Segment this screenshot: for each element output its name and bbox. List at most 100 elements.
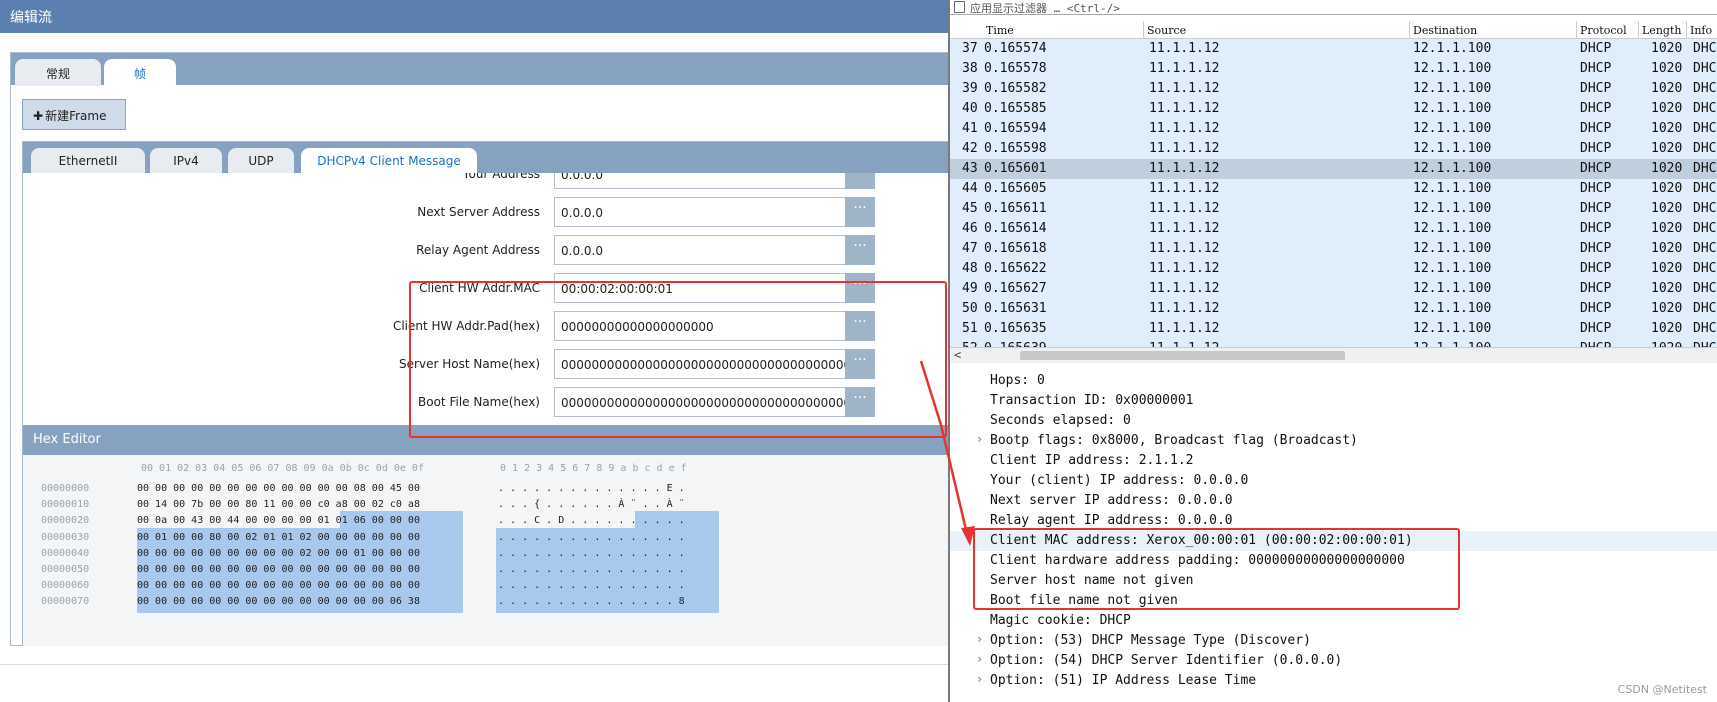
detail-row[interactable]: Hops: 0 — [950, 371, 1717, 391]
detail-text: Bootp flags: 0x8000, Broadcast flag (Bro… — [990, 433, 1358, 448]
column-divider[interactable] — [1576, 21, 1577, 39]
hex-bytes: 00 00 00 00 00 00 00 00 00 00 00 00 00 0… — [137, 596, 420, 607]
packet-row[interactable]: 43 0.165601 11.1.1.12 12.1.1.100 DHCP 1020 DHC… — [950, 159, 1717, 179]
detail-text: Client IP address: 2.1.1.2 — [990, 453, 1194, 468]
hex-ascii: . . . . . . . . . . . . . . E . — [498, 483, 685, 494]
packet-cell-no: 46 — [962, 221, 978, 236]
packet-row[interactable]: 49 0.165627 11.1.1.12 12.1.1.100 DHCP 1020 DHC… — [950, 279, 1717, 299]
field-input-next-server-address[interactable]: 0.0.0.0 — [554, 197, 846, 227]
column-info[interactable]: Info — [1690, 24, 1712, 39]
packet-row[interactable]: 37 0.165574 11.1.1.12 12.1.1.100 DHCP 1020 DHC… — [950, 39, 1717, 59]
column-divider[interactable] — [1638, 21, 1639, 39]
hex-bytes: 00 0a 00 43 00 44 00 00 00 00 01 01 06 0… — [137, 515, 420, 526]
packet-cell-no: 48 — [962, 261, 978, 276]
packet-cell-len: 1020 — [1651, 201, 1683, 216]
detail-row[interactable]: Client IP address: 2.1.1.2 — [950, 451, 1717, 471]
packet-cell-dst: 12.1.1.100 — [1413, 261, 1492, 276]
field-input-relay-agent-address[interactable]: 0.0.0.0 — [554, 235, 846, 265]
hex-ascii: . . . . . . . . . . . . . . . . — [498, 548, 685, 559]
packet-row[interactable]: 51 0.165635 11.1.1.12 12.1.1.100 DHCP 1020 DHC… — [950, 319, 1717, 339]
plus-icon: ✚ — [33, 109, 44, 123]
tab-ipv4[interactable]: IPv4 — [150, 148, 222, 174]
detail-row[interactable]: › Option: (53) DHCP Message Type (Discove… — [950, 631, 1717, 651]
packet-row[interactable]: 46 0.165614 11.1.1.12 12.1.1.100 DHCP 1020 DHC… — [950, 219, 1717, 239]
column-destination[interactable]: Destination — [1413, 24, 1477, 39]
packet-cell-dst: 12.1.1.100 — [1413, 81, 1492, 96]
detail-text: Seconds elapsed: 0 — [990, 413, 1131, 428]
field-row-relay-agent-address: Relay Agent Address 0.0.0.0 ··· — [23, 235, 948, 265]
tab-general[interactable]: 常规 — [15, 59, 101, 86]
chevron-right-icon[interactable]: › — [976, 652, 983, 666]
packet-cell-info: DHCP — [1693, 141, 1717, 156]
detail-row[interactable]: › Bootp flags: 0x8000, Broadcast flag (Br… — [950, 431, 1717, 451]
field-input-your-address[interactable]: 0.0.0.0 — [554, 173, 846, 189]
packet-cell-dst: 12.1.1.100 — [1413, 41, 1492, 56]
packet-cell-dst: 12.1.1.100 — [1413, 221, 1492, 236]
field-more-button[interactable]: ··· — [845, 173, 875, 189]
column-length[interactable]: Length — [1642, 24, 1681, 39]
packet-cell-len: 1020 — [1651, 41, 1683, 56]
packet-analyzer-panel: 应用显示过滤器 … <Ctrl-/> Time Source Destinati… — [948, 0, 1717, 702]
hex-editor[interactable]: 00 01 02 03 04 05 06 07 08 09 0a 0b 0c 0… — [23, 455, 948, 646]
tab-dhcpv4-client-message[interactable]: DHCPv4 Client Message — [301, 148, 477, 174]
scrollbar-thumb[interactable] — [1020, 351, 1345, 360]
chevron-right-icon[interactable]: › — [976, 672, 983, 686]
packet-cell-proto: DHCP — [1580, 141, 1612, 156]
display-filter-input[interactable]: 应用显示过滤器 … <Ctrl-/> — [950, 0, 1717, 15]
packet-cell-time: 0.165605 — [984, 181, 1047, 196]
new-frame-button[interactable]: ✚ 新建Frame — [22, 99, 126, 130]
detail-row[interactable]: Magic cookie: DHCP — [950, 611, 1717, 631]
packet-cell-len: 1020 — [1651, 321, 1683, 336]
hex-ascii: . . . . . . . . . . . . . . . 8 — [498, 596, 685, 607]
column-protocol[interactable]: Protocol — [1580, 24, 1627, 39]
chevron-right-icon[interactable]: › — [976, 432, 983, 446]
column-divider[interactable] — [1686, 21, 1687, 39]
bookmark-icon[interactable] — [954, 1, 965, 13]
detail-row[interactable]: › Option: (54) DHCP Server Identifier (0.… — [950, 651, 1717, 671]
packet-row[interactable]: 45 0.165611 11.1.1.12 12.1.1.100 DHCP 1020 DHC… — [950, 199, 1717, 219]
tab-ethernet[interactable]: EthernetII — [31, 148, 145, 174]
chevron-right-icon[interactable]: › — [976, 632, 983, 646]
packet-cell-info: DHCP — [1693, 181, 1717, 196]
column-source[interactable]: Source — [1147, 24, 1186, 39]
column-time[interactable]: Time — [986, 24, 1014, 39]
packet-cell-proto: DHCP — [1580, 101, 1612, 116]
detail-row[interactable]: › Option: (51) IP Address Lease Time — [950, 671, 1717, 691]
packet-cell-dst: 12.1.1.100 — [1413, 61, 1492, 76]
packet-row[interactable]: 520.16563911.1.1.1212.1.1.100DHCP1020DHC… — [950, 339, 1717, 347]
packet-row[interactable]: 41 0.165594 11.1.1.12 12.1.1.100 DHCP 1020 DHC… — [950, 119, 1717, 139]
packet-row[interactable]: 44 0.165605 11.1.1.12 12.1.1.100 DHCP 1020 DHC… — [950, 179, 1717, 199]
packet-cell-time: 0.165631 — [984, 301, 1047, 316]
detail-row[interactable]: Your (client) IP address: 0.0.0.0 — [950, 471, 1717, 491]
packet-cell-proto: DHCP — [1580, 41, 1612, 56]
hex-ascii: . . . . . . . . . . . . . . . . — [498, 532, 685, 543]
column-divider[interactable] — [1409, 21, 1410, 39]
packet-cell-no: 41 — [962, 121, 978, 136]
packet-row[interactable]: 39 0.165582 11.1.1.12 12.1.1.100 DHCP 1020 DHC… — [950, 79, 1717, 99]
tab-frame[interactable]: 帧 — [104, 59, 176, 86]
packet-row[interactable]: 38 0.165578 11.1.1.12 12.1.1.100 DHCP 1020 DHC… — [950, 59, 1717, 79]
packet-row[interactable]: 48 0.165622 11.1.1.12 12.1.1.100 DHCP 1020 DHC… — [950, 259, 1717, 279]
packet-row[interactable]: 40 0.165585 11.1.1.12 12.1.1.100 DHCP 1020 DHC… — [950, 99, 1717, 119]
packet-cell-src: 11.1.1.12 — [1149, 321, 1220, 336]
packet-row[interactable]: 47 0.165618 11.1.1.12 12.1.1.100 DHCP 1020 DHC… — [950, 239, 1717, 259]
detail-row[interactable]: Transaction ID: 0x00000001 — [950, 391, 1717, 411]
field-more-button[interactable]: ··· — [845, 197, 875, 227]
packet-cell-len: 1020 — [1651, 121, 1683, 136]
chevron-left-icon[interactable]: < — [954, 348, 961, 362]
detail-row[interactable]: Next server IP address: 0.0.0.0 — [950, 491, 1717, 511]
field-row-your-address: Your Address 0.0.0.0 ··· — [23, 173, 948, 189]
column-divider[interactable] — [1143, 21, 1144, 39]
detail-row[interactable]: Seconds elapsed: 0 — [950, 411, 1717, 431]
packet-cell-info: DHCP — [1693, 161, 1717, 176]
horizontal-scrollbar[interactable]: < — [950, 347, 1717, 363]
packet-row[interactable]: 42 0.165598 11.1.1.12 12.1.1.100 DHCP 1020 DHC… — [950, 139, 1717, 159]
packet-cell-proto: DHCP — [1580, 281, 1612, 296]
tab-udp[interactable]: UDP — [228, 148, 294, 174]
detail-text: Option: (53) DHCP Message Type (Discover… — [990, 633, 1311, 648]
packet-row[interactable]: 50 0.165631 11.1.1.12 12.1.1.100 DHCP 1020 DHC… — [950, 299, 1717, 319]
hex-bytes: 00 14 00 7b 00 00 80 11 00 00 c0 a8 00 0… — [137, 499, 420, 510]
packet-cell-proto: DHCP — [1580, 161, 1612, 176]
field-more-button[interactable]: ··· — [845, 235, 875, 265]
packet-cell-proto: DHCP — [1580, 221, 1612, 236]
